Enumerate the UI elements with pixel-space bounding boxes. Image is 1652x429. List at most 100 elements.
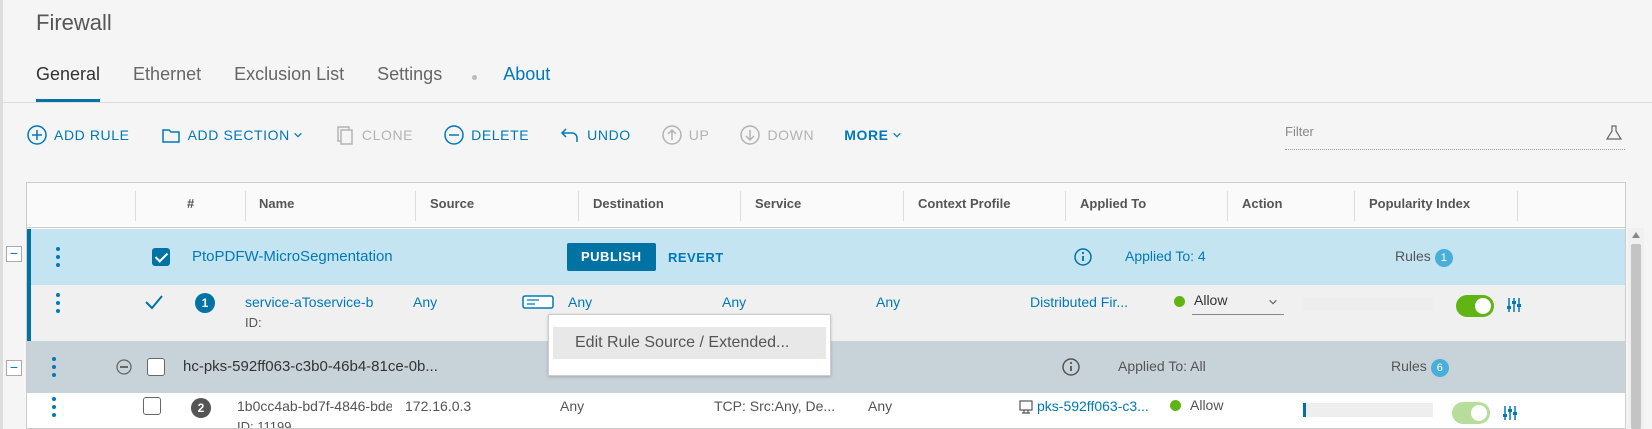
rule-enabled-toggle[interactable] — [1456, 295, 1494, 317]
clone-label: CLONE — [361, 127, 414, 143]
rule-name[interactable]: 1b0cc4ab-bd7f-4846-bde: — [237, 398, 392, 414]
chevron-down-icon — [891, 124, 903, 146]
row-menu-kebab-icon[interactable] — [55, 293, 61, 313]
rule-context-profile[interactable]: Any — [868, 398, 892, 414]
section-checkbox[interactable] — [152, 248, 170, 266]
column-header-context-profile: Context Profile — [918, 196, 1011, 211]
column-separator — [135, 191, 136, 221]
column-separator — [1517, 191, 1518, 221]
add-section-label: ADD SECTION — [187, 127, 290, 143]
collapse-section-button[interactable]: − — [6, 246, 22, 262]
publish-button[interactable]: PUBLISH — [567, 243, 656, 271]
rule-number-badge: 1 — [195, 293, 215, 313]
rule-context-profile[interactable]: Any — [876, 294, 900, 310]
arrow-up-circle-icon — [661, 124, 683, 146]
row-menu-kebab-icon[interactable] — [55, 247, 61, 267]
sliders-icon[interactable] — [1505, 296, 1523, 314]
tab-bar: General Ethernet Exclusion List Settings… — [36, 60, 583, 102]
popularity-bar — [1303, 297, 1433, 311]
toolbar: ADD RULE ADD SECTION CLONE DELETE UNDO U… — [26, 122, 933, 148]
clone-icon — [334, 124, 356, 146]
section-name[interactable]: PtoPDFW-MicroSegmentation — [192, 248, 393, 265]
column-header-applied-to: Applied To — [1080, 196, 1147, 211]
rule-action: Allow — [1190, 397, 1224, 413]
vertical-scrollbar[interactable] — [1628, 228, 1644, 429]
tab-general[interactable]: General — [36, 60, 101, 102]
rule-destination[interactable]: Any — [560, 398, 584, 414]
down-label: DOWN — [767, 127, 815, 143]
rule-source[interactable]: Any — [413, 294, 437, 310]
edit-field-icon[interactable] — [522, 294, 554, 310]
down-button[interactable]: DOWN — [739, 124, 814, 146]
rule-service[interactable]: Any — [722, 294, 746, 310]
undo-button[interactable]: UNDO — [559, 124, 631, 146]
rule-id: ID: 11199 — [237, 419, 292, 429]
filter-placeholder: Filter — [1285, 124, 1314, 139]
action-select[interactable]: Allow — [1192, 289, 1284, 315]
rules-count-badge: 6 — [1430, 359, 1449, 377]
context-menu: Edit Rule Source / Extended... — [548, 314, 831, 376]
column-header-popularity-index: Popularity Index — [1369, 196, 1471, 211]
rule-enabled-toggle[interactable] — [1452, 402, 1490, 424]
column-header-number: # — [187, 196, 195, 211]
rule-destination[interactable]: Any — [568, 294, 592, 310]
scroll-up-arrow-icon[interactable] — [1632, 232, 1640, 238]
folder-icon — [160, 124, 182, 146]
rule-applied-to[interactable]: Distributed Fir... — [1030, 294, 1128, 310]
section-row[interactable]: PtoPDFW-MicroSegmentation PUBLISH REVERT… — [27, 229, 1625, 285]
tab-about[interactable]: About — [503, 60, 550, 102]
grid-header: # Name Source Destination Service Contex… — [27, 183, 1625, 228]
sliders-icon[interactable] — [1501, 404, 1519, 422]
rules-label: Rules — [1395, 248, 1431, 264]
filter-input[interactable]: Filter — [1285, 118, 1625, 150]
clone-button[interactable]: CLONE — [334, 124, 413, 146]
tab-settings[interactable]: Settings — [377, 60, 442, 102]
column-separator — [578, 191, 579, 221]
rule-id: ID: — [245, 315, 262, 330]
tab-separator-dot — [472, 75, 478, 80]
scrollbar-thumb[interactable] — [1631, 244, 1641, 429]
section-checkbox[interactable] — [147, 358, 165, 376]
check-icon — [145, 295, 163, 310]
column-header-service: Service — [755, 196, 802, 211]
column-header-source: Source — [430, 196, 475, 211]
add-section-button[interactable]: ADD SECTION — [160, 124, 304, 146]
rule-number-badge: 2 — [191, 398, 211, 418]
rule-row[interactable]: 2 1b0cc4ab-bd7f-4846-bde: ID: 11199 172.… — [27, 393, 1625, 429]
rule-source[interactable]: 172.16.0.3 — [405, 398, 471, 414]
section-rules-count: Rules 1 — [1395, 248, 1453, 267]
column-separator — [1065, 191, 1066, 221]
rules-label: Rules — [1391, 358, 1427, 374]
add-rule-button[interactable]: ADD RULE — [26, 124, 130, 146]
rule-applied-to[interactable]: pks-592ff063-c3... — [1037, 398, 1149, 414]
more-label: MORE — [844, 127, 889, 143]
row-menu-kebab-icon[interactable] — [51, 357, 57, 377]
delete-button[interactable]: DELETE — [443, 124, 529, 146]
info-icon[interactable] — [1061, 357, 1081, 377]
plus-circle-icon — [26, 124, 48, 146]
info-icon[interactable] — [1073, 247, 1093, 267]
rule-name[interactable]: service-aToservice-b — [245, 294, 373, 310]
action-select-value: Allow — [1194, 292, 1228, 308]
page-title: Firewall — [36, 10, 112, 35]
section-name[interactable]: hc-pks-592ff063-c3b0-46b4-81ce-0b... — [183, 358, 438, 375]
row-menu-kebab-icon[interactable] — [51, 397, 57, 417]
tab-ethernet[interactable]: Ethernet — [133, 60, 201, 102]
rule-checkbox[interactable] — [143, 397, 161, 415]
up-label: UP — [688, 127, 710, 143]
up-button[interactable]: UP — [661, 124, 710, 146]
edit-rule-source-menu-item[interactable]: Edit Rule Source / Extended... — [553, 327, 826, 359]
revert-button[interactable]: REVERT — [668, 250, 724, 265]
column-separator — [415, 191, 416, 221]
tab-exclusion-list[interactable]: Exclusion List — [234, 60, 344, 102]
arrow-down-circle-icon — [739, 124, 761, 146]
delete-label: DELETE — [471, 127, 530, 143]
network-icon — [1019, 400, 1033, 414]
collapse-section-button[interactable]: − — [6, 360, 22, 376]
undo-label: UNDO — [587, 127, 631, 143]
rule-service[interactable]: TCP: Src:Any, De... — [714, 398, 835, 414]
undo-icon — [559, 124, 581, 146]
more-button[interactable]: MORE — [844, 124, 902, 146]
section-applied-to[interactable]: Applied To: 4 — [1125, 248, 1206, 264]
filter-icon[interactable] — [1605, 124, 1623, 142]
